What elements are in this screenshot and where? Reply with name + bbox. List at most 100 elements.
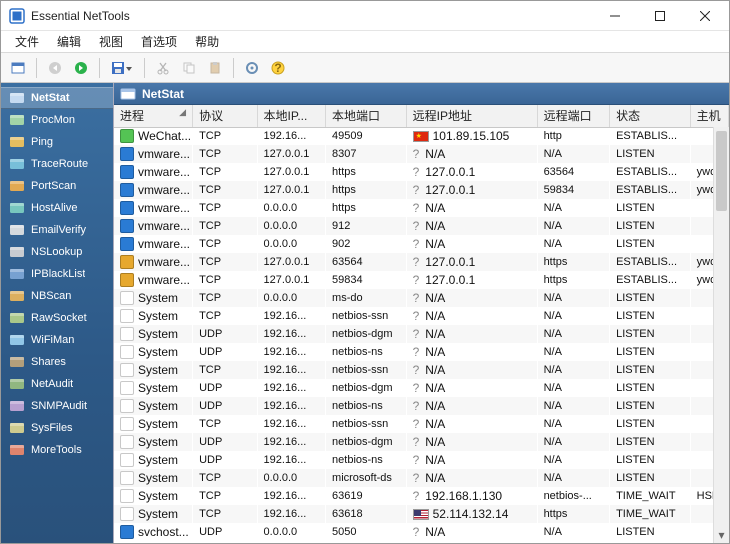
column-header-3[interactable]: 本地端口 xyxy=(326,105,407,127)
close-button[interactable] xyxy=(682,1,727,31)
settings-button[interactable] xyxy=(241,57,263,79)
table-row[interactable]: SystemUDP192.16...netbios-dgm?N/AN/ALIST… xyxy=(114,379,729,397)
table-row[interactable]: SystemTCP0.0.0.0microsoft-ds?N/AN/ALISTE… xyxy=(114,469,729,487)
local-ip-cell: 0.0.0.0 xyxy=(257,289,326,307)
new-window-button[interactable] xyxy=(7,57,29,79)
table-row[interactable]: SystemUDP192.16...netbios-ns?N/AN/ALISTE… xyxy=(114,397,729,415)
table-row[interactable]: SystemUDP192.16...netbios-dgm?N/AN/ALIST… xyxy=(114,433,729,451)
remote-port-cell: N/A xyxy=(537,217,610,235)
scroll-down-arrow[interactable]: ▾ xyxy=(714,527,729,543)
local-ip-cell: 0.0.0.0 xyxy=(257,199,326,217)
sidebar-item-nbscan[interactable]: NBScan xyxy=(1,285,113,307)
sidebar-item-ipblacklist[interactable]: IPBlackList xyxy=(1,263,113,285)
unknown-flag-icon: ? xyxy=(413,327,420,341)
column-header-1[interactable]: 协议 xyxy=(193,105,257,127)
table-row[interactable]: vmware...TCP127.0.0.1https?127.0.0.16356… xyxy=(114,163,729,181)
table-row[interactable]: WeChat...TCP192.16...49509★101.89.15.105… xyxy=(114,127,729,145)
sidebar-item-sysfiles[interactable]: SysFiles xyxy=(1,417,113,439)
unknown-flag-icon: ? xyxy=(413,183,420,197)
file-icon xyxy=(120,345,134,359)
ipblacklist-icon xyxy=(9,266,25,282)
unknown-flag-icon: ? xyxy=(413,399,420,413)
table-row[interactable]: SystemTCP192.16...63619?192.168.1.130net… xyxy=(114,487,729,505)
local-ip-cell: 192.16... xyxy=(257,487,326,505)
sidebar-item-hostalive[interactable]: HostAlive xyxy=(1,197,113,219)
menu-2[interactable]: 视图 xyxy=(91,31,131,52)
minimize-button[interactable] xyxy=(592,1,637,31)
table-row[interactable]: SystemUDP192.16...netbios-dgm?N/AN/ALIST… xyxy=(114,325,729,343)
remote-ip-cell: 127.0.0.1 xyxy=(425,255,475,269)
remote-port-cell: N/A xyxy=(537,469,610,487)
sidebar-item-label: SysFiles xyxy=(31,422,73,434)
remote-ip-cell: N/A xyxy=(425,291,445,305)
menu-4[interactable]: 帮助 xyxy=(187,31,227,52)
sidebar-item-label: TraceRoute xyxy=(31,158,88,170)
maximize-button[interactable] xyxy=(637,1,682,31)
table-row[interactable]: vmware...TCP127.0.0.159834?127.0.0.1http… xyxy=(114,271,729,289)
vertical-scrollbar[interactable]: ▴ ▾ xyxy=(713,127,729,543)
column-header-7[interactable]: 主机 xyxy=(690,105,728,127)
column-header-0[interactable]: 进程◢ xyxy=(114,105,193,127)
table-row[interactable]: svchost...UDP0.0.0.05050?N/AN/ALISTEN xyxy=(114,523,729,541)
column-header-6[interactable]: 状态 xyxy=(610,105,691,127)
sidebar-item-rawsocket[interactable]: RawSocket xyxy=(1,307,113,329)
unknown-flag-icon: ? xyxy=(413,453,420,467)
scrollbar-thumb[interactable] xyxy=(716,131,727,211)
toolbar: ? xyxy=(1,53,729,83)
paste-button[interactable] xyxy=(204,57,226,79)
sidebar-item-nslookup[interactable]: NSLookup xyxy=(1,241,113,263)
table-row[interactable]: vmware...TCP0.0.0.0https?N/AN/ALISTEN xyxy=(114,199,729,217)
panel-title: NetStat xyxy=(142,87,184,101)
table-row[interactable]: SystemTCP192.16...netbios-ssn?N/AN/ALIST… xyxy=(114,361,729,379)
sidebar-item-traceroute[interactable]: TraceRoute xyxy=(1,153,113,175)
table-row[interactable]: SystemTCP192.16...netbios-ssn?N/AN/ALIST… xyxy=(114,415,729,433)
menu-3[interactable]: 首选项 xyxy=(133,31,185,52)
sidebar-item-portscan[interactable]: PortScan xyxy=(1,175,113,197)
unknown-flag-icon: ? xyxy=(413,345,420,359)
save-button[interactable] xyxy=(107,57,137,79)
sidebar-item-emailverify[interactable]: EmailVerify xyxy=(1,219,113,241)
sysfiles-icon xyxy=(9,420,25,436)
remote-port-cell: netbios-... xyxy=(537,487,610,505)
cut-button[interactable] xyxy=(152,57,174,79)
forward-button[interactable] xyxy=(70,57,92,79)
local-port-cell: 902 xyxy=(326,235,407,253)
sidebar-item-procmon[interactable]: ProcMon xyxy=(1,109,113,131)
table-row[interactable]: SystemUDP192.16...netbios-ns?N/AN/ALISTE… xyxy=(114,451,729,469)
remote-port-cell: N/A xyxy=(537,325,610,343)
column-header-5[interactable]: 远程端口 xyxy=(537,105,610,127)
state-cell: ESTABLIS... xyxy=(610,163,691,181)
sidebar-item-netaudit[interactable]: NetAudit xyxy=(1,373,113,395)
sidebar-item-shares[interactable]: Shares xyxy=(1,351,113,373)
table-row[interactable]: vmware...TCP127.0.0.18307?N/AN/ALISTEN xyxy=(114,145,729,163)
table-row[interactable]: SystemTCP0.0.0.0ms-do?N/AN/ALISTEN xyxy=(114,289,729,307)
menu-0[interactable]: 文件 xyxy=(7,31,47,52)
table-row[interactable]: vmware...TCP127.0.0.1https?127.0.0.15983… xyxy=(114,181,729,199)
column-header-2[interactable]: 本地IP... xyxy=(257,105,326,127)
copy-button[interactable] xyxy=(178,57,200,79)
back-button[interactable] xyxy=(44,57,66,79)
process-icon xyxy=(120,219,134,233)
process-name: System xyxy=(138,453,178,467)
protocol-cell: UDP xyxy=(193,397,257,415)
unknown-flag-icon: ? xyxy=(413,165,420,179)
sidebar-item-ping[interactable]: Ping xyxy=(1,131,113,153)
menu-1[interactable]: 编辑 xyxy=(49,31,89,52)
table-row[interactable]: SystemUDP192.16...netbios-ns?N/AN/ALISTE… xyxy=(114,343,729,361)
sidebar-item-netstat[interactable]: NetStat xyxy=(1,87,113,109)
table-row[interactable]: SystemTCP192.16...6361852.114.132.14http… xyxy=(114,505,729,523)
sidebar-item-wifiman[interactable]: WiFiMan xyxy=(1,329,113,351)
table-row[interactable]: vmware...TCP0.0.0.0912?N/AN/ALISTEN xyxy=(114,217,729,235)
process-icon xyxy=(120,147,134,161)
table-row[interactable]: SystemTCP192.16...netbios-ssn?N/AN/ALIST… xyxy=(114,307,729,325)
local-ip-cell: 192.16... xyxy=(257,415,326,433)
help-button[interactable]: ? xyxy=(267,57,289,79)
local-port-cell: netbios-dgm xyxy=(326,379,407,397)
remote-port-cell: N/A xyxy=(537,523,610,541)
table-row[interactable]: vmware...TCP127.0.0.163564?127.0.0.1http… xyxy=(114,253,729,271)
sidebar-item-moretools[interactable]: MoreTools xyxy=(1,439,113,461)
column-header-4[interactable]: 远程IP地址 xyxy=(406,105,537,127)
sidebar-item-snmpaudit[interactable]: SNMPAudit xyxy=(1,395,113,417)
table-row[interactable]: vmware...TCP0.0.0.0902?N/AN/ALISTEN xyxy=(114,235,729,253)
protocol-cell: UDP xyxy=(193,379,257,397)
